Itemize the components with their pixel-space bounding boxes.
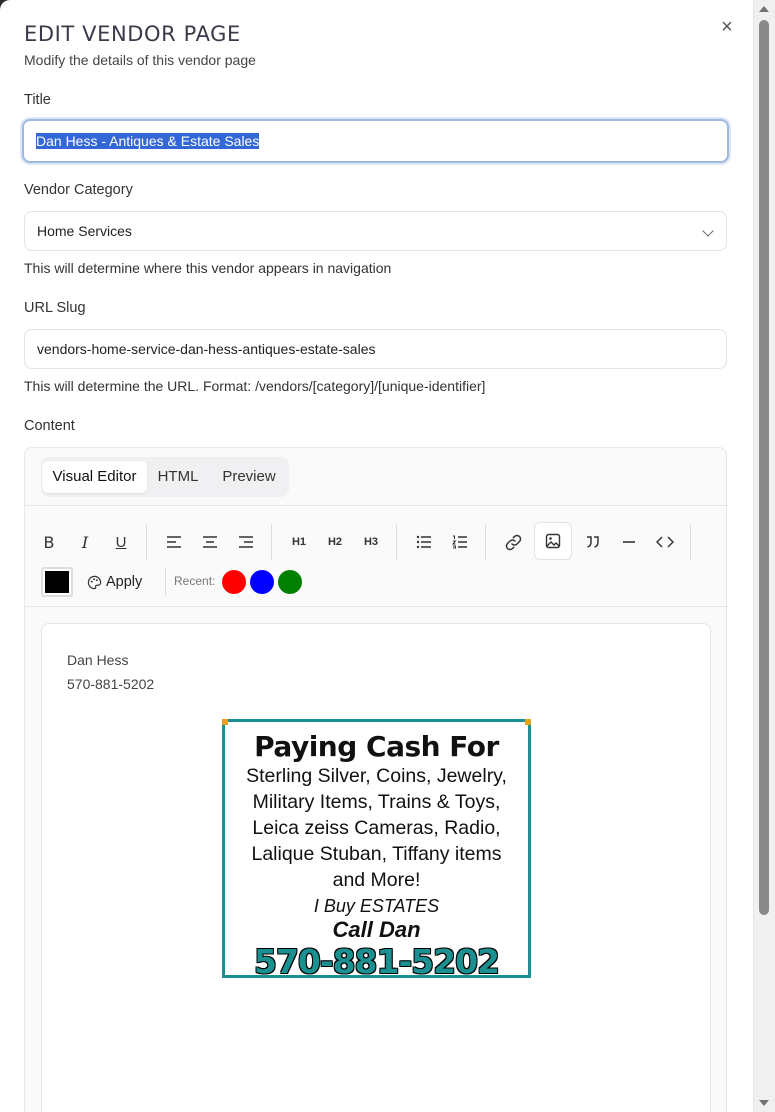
horizontal-rule-button[interactable] bbox=[610, 523, 648, 561]
scroll-down-icon[interactable] bbox=[759, 1100, 769, 1106]
scrollbar-thumb[interactable] bbox=[759, 20, 769, 915]
url-slug-input[interactable]: vendors-home-service-dan-hess-antiques-e… bbox=[24, 329, 727, 369]
numbered-list-button[interactable] bbox=[441, 523, 479, 561]
align-right-icon bbox=[239, 536, 253, 548]
vendor-ad-image[interactable]: Paying Cash For Sterling Silver, Coins, … bbox=[222, 719, 531, 981]
image-icon bbox=[545, 533, 561, 549]
horizontal-rule-icon bbox=[623, 541, 635, 543]
vendor-category-select[interactable]: Home Services bbox=[24, 211, 727, 251]
content-name-line: Dan Hess bbox=[67, 652, 129, 668]
url-slug-value: vendors-home-service-dan-hess-antiques-e… bbox=[37, 341, 376, 357]
image-button[interactable] bbox=[534, 522, 572, 560]
heading-1-button[interactable]: H1 bbox=[280, 523, 318, 561]
title-label: Title bbox=[24, 92, 51, 108]
align-center-button[interactable] bbox=[191, 523, 229, 561]
modal-subtitle: Modify the details of this vendor page bbox=[24, 52, 256, 68]
text-color-picker[interactable] bbox=[41, 567, 73, 597]
heading-2-button[interactable]: H2 bbox=[316, 523, 354, 561]
current-color-swatch bbox=[45, 571, 69, 593]
scrollbar[interactable] bbox=[753, 0, 775, 1112]
ad-line: and More! bbox=[332, 869, 421, 891]
vendor-category-help: This will determine where this vendor ap… bbox=[24, 260, 392, 276]
recent-color-red[interactable] bbox=[222, 570, 246, 594]
align-center-icon bbox=[203, 536, 217, 548]
toolbar-separator bbox=[271, 524, 272, 560]
apply-color-button[interactable]: Apply bbox=[87, 570, 142, 594]
image-resize-handle[interactable] bbox=[222, 719, 228, 725]
bold-button[interactable]: B bbox=[30, 523, 68, 561]
numbered-list-icon bbox=[452, 535, 467, 549]
content-label: Content bbox=[24, 418, 75, 434]
ad-line: Sterling Silver, Coins, Jewelry, bbox=[246, 765, 507, 787]
bullet-list-icon bbox=[416, 535, 431, 549]
title-input-value: Dan Hess - Antiques & Estate Sales bbox=[36, 133, 260, 149]
ad-headline: Paying Cash For bbox=[254, 730, 499, 763]
url-slug-label: URL Slug bbox=[24, 300, 86, 316]
tab-visual-editor[interactable]: Visual Editor bbox=[42, 461, 147, 493]
toolbar-separator bbox=[165, 568, 166, 596]
toolbar-separator bbox=[485, 524, 486, 560]
underline-button[interactable]: U bbox=[102, 523, 140, 561]
url-slug-help: This will determine the URL. Format: /ve… bbox=[24, 378, 486, 394]
vendor-category-value: Home Services bbox=[37, 223, 132, 239]
editor-tabs: Visual Editor HTML Preview bbox=[41, 457, 289, 497]
toolbar-separator bbox=[396, 524, 397, 560]
quote-button[interactable] bbox=[574, 523, 612, 561]
recent-colors-label: Recent: bbox=[174, 574, 216, 588]
editor-content-area[interactable]: Dan Hess 570-881-5202 Paying Cash For St… bbox=[41, 623, 711, 1112]
tab-html[interactable]: HTML bbox=[149, 461, 207, 493]
code-icon bbox=[656, 536, 674, 548]
scroll-up-icon[interactable] bbox=[759, 6, 769, 12]
quote-icon bbox=[587, 536, 599, 548]
ad-line: Leica zeiss Cameras, Radio, bbox=[252, 817, 501, 839]
content-editor: Visual Editor HTML Preview B I U H1 H2 H… bbox=[24, 447, 728, 1112]
underline-icon: U bbox=[115, 533, 127, 551]
code-button[interactable] bbox=[646, 523, 684, 561]
heading-3-button[interactable]: H3 bbox=[352, 523, 390, 561]
link-button[interactable] bbox=[494, 523, 532, 561]
align-left-button[interactable] bbox=[155, 523, 193, 561]
image-resize-handle[interactable] bbox=[525, 719, 531, 725]
ad-estates: I Buy ESTATES bbox=[313, 896, 440, 916]
chevron-down-icon bbox=[702, 225, 714, 237]
edit-vendor-modal: × EDIT VENDOR PAGE Modify the details of… bbox=[0, 0, 753, 1112]
tab-preview[interactable]: Preview bbox=[213, 461, 285, 493]
apply-label: Apply bbox=[106, 574, 143, 590]
title-input[interactable]: Dan Hess - Antiques & Estate Sales bbox=[22, 119, 729, 163]
italic-button[interactable]: I bbox=[66, 523, 104, 561]
heading-1-icon: H1 bbox=[291, 536, 307, 548]
toolbar-separator bbox=[146, 524, 147, 560]
palette-icon bbox=[87, 575, 102, 589]
toolbar-separator bbox=[690, 524, 691, 560]
bullet-list-button[interactable] bbox=[405, 523, 443, 561]
vendor-category-label: Vendor Category bbox=[24, 182, 133, 198]
close-button[interactable]: × bbox=[716, 16, 738, 38]
bold-icon: B bbox=[43, 532, 55, 552]
italic-icon: I bbox=[81, 532, 89, 552]
link-icon bbox=[505, 534, 521, 550]
divider bbox=[25, 606, 728, 607]
ad-line: Lalique Stuban, Tiffany items bbox=[251, 843, 502, 865]
align-right-button[interactable] bbox=[227, 523, 265, 561]
heading-2-icon: H2 bbox=[327, 536, 343, 548]
heading-3-icon: H3 bbox=[363, 536, 379, 548]
divider bbox=[25, 505, 728, 506]
ad-line: Military Items, Trains & Toys, bbox=[252, 791, 501, 813]
content-phone-line: 570-881-5202 bbox=[67, 676, 155, 692]
ad-phone: 570-881-5202 bbox=[253, 942, 500, 981]
align-left-icon bbox=[167, 536, 181, 548]
ad-call: Call Dan bbox=[332, 917, 421, 942]
recent-color-green[interactable] bbox=[278, 570, 302, 594]
modal-title: EDIT VENDOR PAGE bbox=[24, 22, 241, 46]
recent-color-blue[interactable] bbox=[250, 570, 274, 594]
